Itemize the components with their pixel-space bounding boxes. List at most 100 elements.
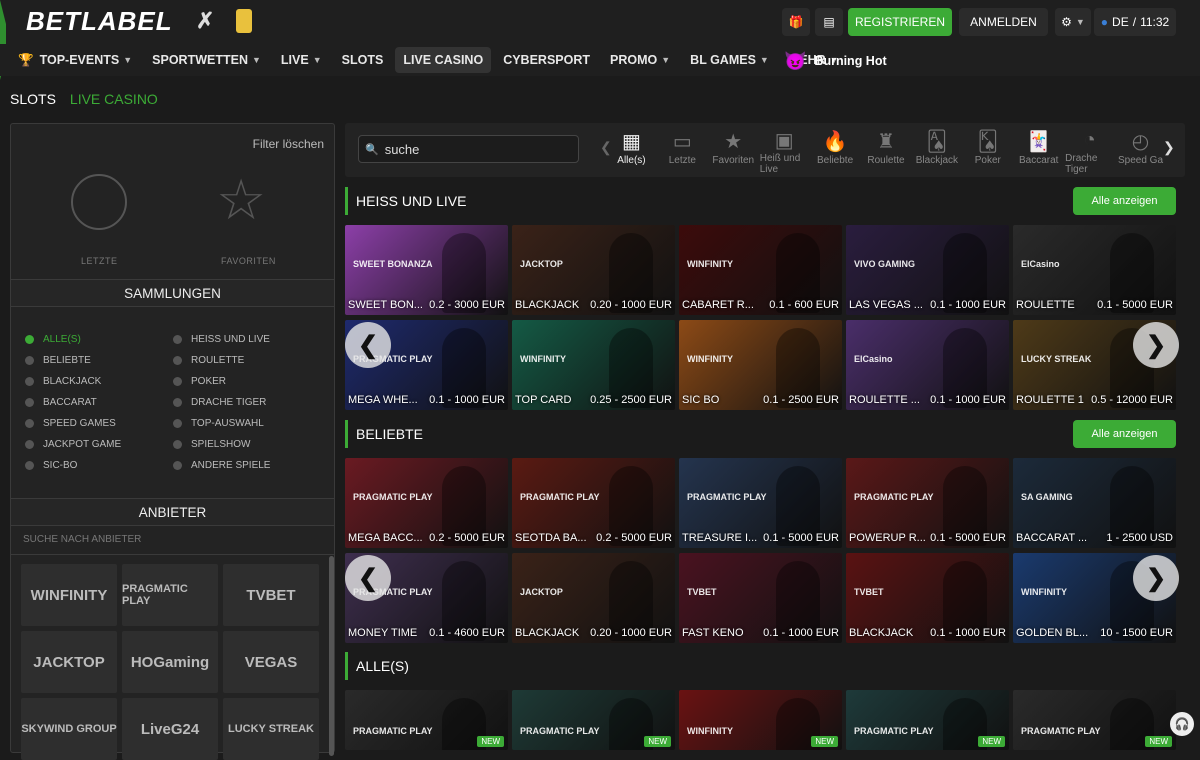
favorites-star-icon[interactable]: ☆ — [216, 172, 266, 228]
provider-tile[interactable]: LiveG24 — [122, 698, 218, 760]
category-tab[interactable]: ▦Alle(s) — [607, 127, 656, 175]
nav-slots[interactable]: SLOTS — [334, 47, 392, 73]
nav-cybersport[interactable]: CYBERSPORT — [495, 47, 598, 73]
provider-logo: TVBET — [687, 587, 717, 597]
collection-item[interactable]: BLACKJACK — [25, 376, 101, 387]
provider-logo: PRAGMATIC PLAY — [854, 726, 934, 736]
collection-item[interactable]: ROULETTE — [173, 355, 244, 366]
game-tile[interactable]: PRAGMATIC PLAYNEW — [1013, 690, 1176, 750]
headset-icon[interactable]: 🎧 — [1170, 712, 1194, 736]
subtab-live-casino[interactable]: LIVE CASINO — [70, 91, 158, 107]
nav-label: CYBERSPORT — [503, 53, 590, 67]
nav-sportwetten[interactable]: SPORTWETTEN▼ — [144, 47, 269, 73]
provider-tile[interactable]: SKYWIND GROUP — [21, 698, 117, 760]
register-button[interactable]: REGISTRIEREN — [848, 8, 952, 36]
collection-item[interactable]: TOP-AUSWAHL — [173, 418, 264, 429]
chevron-left-icon[interactable]: ❮ — [345, 322, 391, 368]
show-all-button[interactable]: Alle anzeigen — [1073, 187, 1176, 215]
game-tile[interactable]: TVBETBLACKJACK0.1 - 1000 EUR — [846, 553, 1009, 643]
language-time[interactable]: ● DE / 11:32 — [1094, 8, 1176, 36]
collection-item[interactable]: ANDERE SPIELE — [173, 460, 270, 471]
new-badge: NEW — [978, 736, 1005, 747]
category-tab[interactable]: ♜Roulette — [862, 127, 911, 175]
wallet-button[interactable]: ▤ — [815, 8, 843, 36]
game-tile[interactable]: WINFINITYNEW — [679, 690, 842, 750]
show-all-button[interactable]: Alle anzeigen — [1073, 420, 1176, 448]
recent-clock-icon[interactable] — [71, 174, 127, 230]
game-tile[interactable]: PRAGMATIC PLAYMEGA BACC...0.2 - 5000 EUR — [345, 458, 508, 548]
category-tab[interactable]: 🃏Baccarat — [1014, 127, 1063, 175]
game-tile[interactable]: PRAGMATIC PLAYNEW — [345, 690, 508, 750]
game-tile[interactable]: PRAGMATIC PLAYSEOTDA BA...0.2 - 5000 EUR — [512, 458, 675, 548]
game-tile[interactable]: WINFINITYSIC BO0.1 - 2500 EUR — [679, 320, 842, 410]
clear-filter-link[interactable]: Filter löschen — [253, 137, 324, 151]
category-icon: ★ — [724, 127, 742, 155]
favorites-label: FAVORITEN — [221, 256, 276, 266]
category-tab[interactable]: 🔥Beliebte — [811, 127, 860, 175]
game-tile[interactable]: SWEET BONANZASWEET BON...0.2 - 3000 EUR — [345, 225, 508, 315]
collection-item[interactable]: BELIEBTE — [25, 355, 91, 366]
game-name: TREASURE I... — [682, 532, 757, 544]
chevron-right-icon[interactable]: ❯ — [1133, 322, 1179, 368]
nav-live-casino[interactable]: LIVE CASINO — [395, 47, 491, 73]
collection-item[interactable]: SPIELSHOW — [173, 439, 250, 450]
chevron-left-icon[interactable]: ❮ — [345, 555, 391, 601]
game-tile[interactable]: PRAGMATIC PLAYTREASURE I...0.1 - 5000 EU… — [679, 458, 842, 548]
game-tile[interactable]: WINFINITYTOP CARD0.25 - 2500 EUR — [512, 320, 675, 410]
providers-scrollbar[interactable] — [329, 556, 334, 756]
category-tab[interactable]: ◴Speed Ga — [1116, 127, 1165, 175]
chevron-down-icon: ▼ — [661, 55, 670, 65]
provider-tile[interactable]: JACKTOP — [21, 631, 117, 693]
settings-button[interactable]: ⚙▼ — [1055, 8, 1091, 36]
betlabel-logo[interactable]: BETLABEL — [26, 6, 173, 37]
game-tile[interactable]: VIVO GAMINGLAS VEGAS ...0.1 - 1000 EUR — [846, 225, 1009, 315]
game-tile[interactable]: TVBETFAST KENO0.1 - 1000 EUR — [679, 553, 842, 643]
provider-logo: WINFINITY — [687, 259, 733, 269]
provider-tile[interactable]: TVBET — [223, 564, 319, 626]
provider-tile[interactable]: PRAGMATIC PLAY — [122, 564, 218, 626]
chevron-right-icon[interactable]: ❯ — [1133, 555, 1179, 601]
game-tile[interactable]: PRAGMATIC PLAYNEW — [512, 690, 675, 750]
nav-live[interactable]: LIVE▼ — [273, 47, 330, 73]
game-tile[interactable]: JACKTOPBLACKJACK0.20 - 1000 EUR — [512, 553, 675, 643]
provider-tile[interactable]: VEGAS — [223, 631, 319, 693]
game-tile[interactable]: PRAGMATIC PLAY NEW — [846, 690, 1009, 750]
subtab-slots[interactable]: SLOTS — [10, 91, 56, 107]
login-button[interactable]: ANMELDEN — [959, 8, 1048, 36]
game-tile[interactable]: ElCasinoROULETTE0.1 - 5000 EUR — [1013, 225, 1176, 315]
provider-search-input[interactable]: SUCHE NACH ANBIETER — [23, 534, 141, 545]
chevron-right-icon[interactable]: ❯ — [1163, 139, 1175, 156]
category-tab[interactable]: 🂡Blackjack — [912, 127, 961, 175]
game-tile[interactable]: PRAGMATIC PLAYPOWERUP R...0.1 - 5000 EUR — [846, 458, 1009, 548]
game-tile[interactable]: WINFINITYCABARET R...0.1 - 600 EUR — [679, 225, 842, 315]
collection-item[interactable]: BACCARAT — [25, 397, 97, 408]
collection-item[interactable]: ALLE(S) — [25, 334, 81, 345]
gift-button[interactable]: 🎁 — [782, 8, 810, 36]
collection-item[interactable]: DRACHE TIGER — [173, 397, 266, 408]
provider-tile[interactable]: LUCKY STREAK — [223, 698, 319, 760]
casino-subtabs: SLOTS LIVE CASINO — [10, 91, 158, 107]
category-tab[interactable]: 🂮Poker — [963, 127, 1012, 175]
category-icon: ♜ — [877, 127, 895, 155]
nav-top-events[interactable]: 🏆TOP-EVENTS▼ — [10, 47, 140, 73]
category-tab[interactable]: ▭Letzte — [658, 127, 707, 175]
collection-item[interactable]: SIC-BO — [25, 460, 77, 471]
collection-item[interactable]: SPEED GAMES — [25, 418, 116, 429]
collection-item[interactable]: JACKPOT GAME — [25, 439, 121, 450]
category-tab[interactable]: ◔Drache Tiger — [1065, 127, 1114, 175]
game-tile[interactable]: JACKTOPBLACKJACK0.20 - 1000 EUR — [512, 225, 675, 315]
provider-tile[interactable]: WINFINITY — [21, 564, 117, 626]
game-tile[interactable]: SA GAMINGBACCARAT ...1 - 2500 USD — [1013, 458, 1176, 548]
club-badge-icon — [236, 9, 252, 33]
collection-item[interactable]: HEISS UND LIVE — [173, 334, 270, 345]
nav-promo[interactable]: PROMO▼ — [602, 47, 678, 73]
category-tab[interactable]: ★Favoriten — [709, 127, 758, 175]
game-tile[interactable]: ElCasinoROULETTE ...0.1 - 1000 EUR — [846, 320, 1009, 410]
collection-item[interactable]: POKER — [173, 376, 226, 387]
collection-label: ROULETTE — [191, 355, 244, 366]
category-tab[interactable]: ▣Heiß und Live — [760, 127, 809, 175]
search-input[interactable]: 🔍 suche — [358, 135, 579, 163]
nav-bl-games[interactable]: BL GAMES▼ — [682, 47, 777, 73]
provider-tile[interactable]: HOGaming — [122, 631, 218, 693]
burning-hot-promo[interactable]: 😈 Burning Hot — [784, 48, 887, 74]
